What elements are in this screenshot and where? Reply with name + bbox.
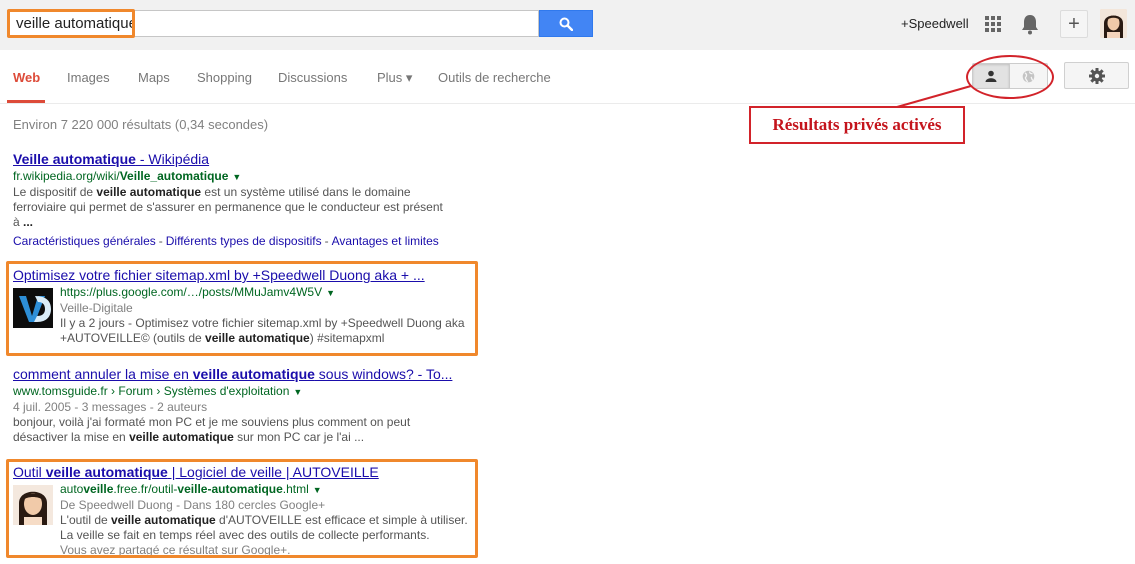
annotation-ellipse xyxy=(966,55,1054,99)
plus-icon: + xyxy=(1068,12,1080,35)
shared-notice: Vous avez partagé ce résultat sur Google… xyxy=(60,543,291,555)
result-body: https://plus.google.com/…/posts/MMuJamv4… xyxy=(60,284,465,346)
result-author: Veille-Digitale xyxy=(60,301,133,315)
sitelink[interactable]: Avantages et limites xyxy=(332,234,439,248)
search-result: Outil veille automatique | Logiciel de v… xyxy=(13,464,473,555)
url-dropdown-arrow-icon[interactable]: ▼ xyxy=(232,172,241,182)
result-stats: Environ 7 220 000 résultats (0,34 second… xyxy=(13,117,269,132)
search-result: Optimisez votre fichier sitemap.xml by +… xyxy=(13,267,473,345)
result-thumbnail[interactable] xyxy=(13,288,53,328)
tab-web[interactable]: Web xyxy=(13,70,40,85)
tab-shopping[interactable]: Shopping xyxy=(197,70,252,85)
sitelink[interactable]: Différents types de dispositifs xyxy=(166,234,322,248)
active-tab-indicator xyxy=(7,100,45,103)
url-dropdown-arrow-icon[interactable]: ▼ xyxy=(326,288,335,298)
author-photo[interactable] xyxy=(13,485,53,525)
search-nav-bar: Web Images Maps Shopping Discussions Plu… xyxy=(0,50,1135,104)
tab-maps[interactable]: Maps xyxy=(138,70,170,85)
result-url: fr.wikipedia.org/wiki/Veille_automatique… xyxy=(13,169,242,183)
result-body: autoveille.free.fr/outil-veille-automati… xyxy=(60,481,468,555)
search-result: comment annuler la mise en veille automa… xyxy=(13,366,473,445)
result-title-link[interactable]: Outil veille automatique | Logiciel de v… xyxy=(13,464,473,481)
settings-button[interactable] xyxy=(1064,62,1129,89)
result-title-link[interactable]: Veille automatique - Wikipédia xyxy=(13,151,473,168)
result-snippet: Le dispositif de veille automatique est … xyxy=(13,185,443,229)
apps-grid-icon[interactable] xyxy=(985,16,1001,32)
search-result: Veille automatique - Wikipédia fr.wikipe… xyxy=(13,151,473,249)
result-snippet: bonjour, voilà j'ai formaté mon PC et je… xyxy=(13,415,411,444)
result-date: 4 juil. 2005 - 3 messages - 2 auteurs xyxy=(13,400,208,414)
result-url: www.tomsguide.fr › Forum › Systèmes d'ex… xyxy=(13,384,303,398)
result-title-link[interactable]: comment annuler la mise en veille automa… xyxy=(13,366,468,383)
url-dropdown-arrow-icon[interactable]: ▼ xyxy=(293,387,302,397)
search-icon xyxy=(559,17,573,31)
result-snippet: Il y a 2 jours - Optimisez votre fichier… xyxy=(60,316,465,345)
share-plus-button[interactable]: + xyxy=(1060,10,1088,38)
result-author: De Speedwell Duong - Dans 180 cercles Go… xyxy=(60,498,326,512)
result-url: https://plus.google.com/…/posts/MMuJamv4… xyxy=(60,285,336,299)
result-url: autoveille.free.fr/outil-veille-automati… xyxy=(60,482,322,496)
url-dropdown-arrow-icon[interactable]: ▼ xyxy=(313,485,322,495)
gear-icon xyxy=(1088,67,1105,84)
result-sitelinks: Caractéristiques générales - Différents ty… xyxy=(13,234,439,248)
tab-search-tools[interactable]: Outils de recherche xyxy=(438,70,551,85)
search-button[interactable] xyxy=(539,10,593,37)
tab-images[interactable]: Images xyxy=(67,70,110,85)
sitelink[interactable]: Caractéristiques générales xyxy=(13,234,156,248)
result-snippet: L'outil de veille automatique d'AUTOVEIL… xyxy=(60,513,468,542)
annotation-callout: Résultats privés activés xyxy=(749,106,965,144)
bell-icon[interactable] xyxy=(1020,13,1040,35)
search-query-highlight xyxy=(7,9,135,38)
tab-more[interactable]: Plus ▾ xyxy=(377,70,412,86)
tab-discussions[interactable]: Discussions xyxy=(278,70,347,85)
user-avatar[interactable] xyxy=(1100,9,1127,38)
user-profile-link[interactable]: +Speedwell xyxy=(901,16,969,31)
top-bar: +Speedwell + xyxy=(0,0,1135,50)
result-title-link[interactable]: Optimisez votre fichier sitemap.xml by +… xyxy=(13,267,473,284)
